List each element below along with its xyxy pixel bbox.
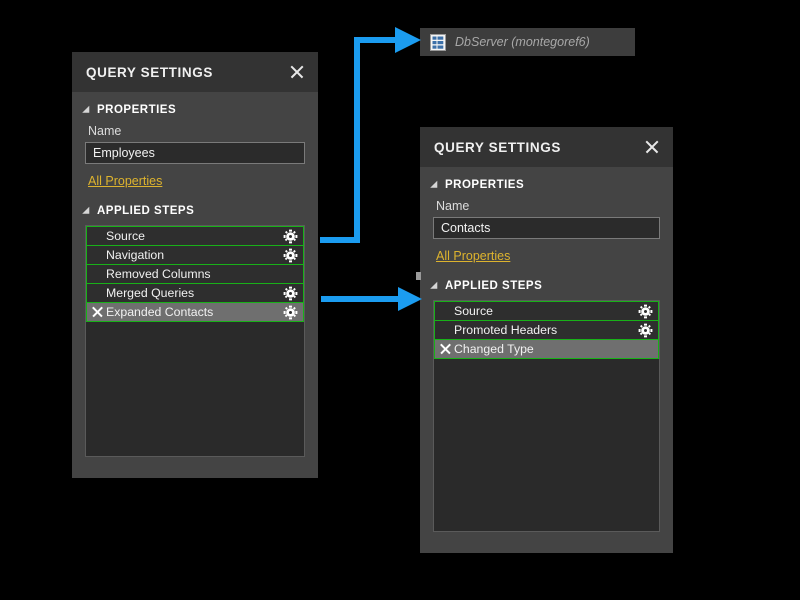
applied-step-row[interactable]: Expanded Contacts xyxy=(86,302,304,322)
applied-step-label: Navigation xyxy=(106,248,283,262)
gear-icon[interactable] xyxy=(638,323,653,338)
triangle-expanded-icon xyxy=(82,206,93,217)
query-name-input[interactable] xyxy=(85,142,305,164)
query-settings-panel-left: QUERY SETTINGS PROPERTIES Name All Prope… xyxy=(72,52,318,478)
query-name-input[interactable] xyxy=(433,217,660,239)
properties-section-label: PROPERTIES xyxy=(445,179,524,191)
applied-step-label: Changed Type xyxy=(454,342,638,356)
applied-step-label: Removed Columns xyxy=(106,267,283,281)
panel-body-left: PROPERTIES Name All Properties APPLIED S… xyxy=(72,92,318,457)
dbserver-tab[interactable]: DbServer (montegoref6) xyxy=(420,28,635,56)
properties-section-header-left[interactable]: PROPERTIES xyxy=(85,104,305,116)
applied-step-label: Expanded Contacts xyxy=(106,305,283,319)
gear-icon[interactable] xyxy=(283,305,298,320)
panel-header-right: QUERY SETTINGS xyxy=(420,127,673,167)
triangle-expanded-icon xyxy=(82,105,93,116)
close-icon[interactable] xyxy=(643,138,661,156)
delete-step-icon[interactable] xyxy=(90,304,106,320)
triangle-expanded-icon xyxy=(430,180,441,191)
page-title: QUERY SETTINGS xyxy=(434,140,561,155)
applied-step-row[interactable]: Source xyxy=(434,301,659,321)
dbserver-tab-label: DbServer (montegoref6) xyxy=(455,35,590,49)
applied-step-label: Source xyxy=(454,304,638,318)
gear-icon[interactable] xyxy=(283,229,298,244)
applied-steps-section-header-right[interactable]: APPLIED STEPS xyxy=(433,280,660,292)
applied-step-row[interactable]: Promoted Headers xyxy=(434,320,659,340)
panel-header-left: QUERY SETTINGS xyxy=(72,52,318,92)
applied-steps-section-header-left[interactable]: APPLIED STEPS xyxy=(85,205,305,217)
applied-step-label: Source xyxy=(106,229,283,243)
name-field-label: Name xyxy=(88,124,305,138)
applied-step-row[interactable]: Source xyxy=(86,226,304,246)
applied-steps-section-label: APPLIED STEPS xyxy=(445,280,542,292)
triangle-expanded-icon xyxy=(430,281,441,292)
applied-step-row[interactable]: Removed Columns xyxy=(86,264,304,284)
applied-step-label: Merged Queries xyxy=(106,286,283,300)
all-properties-link[interactable]: All Properties xyxy=(436,249,510,263)
applied-steps-section-label: APPLIED STEPS xyxy=(97,205,194,217)
gear-icon[interactable] xyxy=(638,304,653,319)
gear-icon[interactable] xyxy=(283,248,298,263)
applied-step-label: Promoted Headers xyxy=(454,323,638,337)
page-title: QUERY SETTINGS xyxy=(86,65,213,80)
database-table-icon xyxy=(430,34,446,51)
scroll-nub[interactable] xyxy=(416,272,421,280)
name-field-label: Name xyxy=(436,199,660,213)
gear-icon-placeholder xyxy=(638,342,653,357)
close-icon[interactable] xyxy=(288,63,306,81)
arrow-source-step-to-dbserver-tab xyxy=(320,27,421,240)
delete-step-icon[interactable] xyxy=(438,341,454,357)
gear-icon-placeholder xyxy=(283,267,298,282)
all-properties-link[interactable]: All Properties xyxy=(88,174,162,188)
query-settings-panel-right: QUERY SETTINGS PROPERTIES Name All Prope… xyxy=(420,127,673,553)
applied-steps-list-right: Source Promoted Headers Changed Type xyxy=(433,300,660,532)
arrow-merged-queries-to-contacts-query xyxy=(321,287,422,311)
panel-body-right: PROPERTIES Name All Properties APPLIED S… xyxy=(420,167,673,532)
properties-section-label: PROPERTIES xyxy=(97,104,176,116)
properties-section-header-right[interactable]: PROPERTIES xyxy=(433,179,660,191)
applied-step-row[interactable]: Navigation xyxy=(86,245,304,265)
applied-step-row[interactable]: Changed Type xyxy=(434,339,659,359)
applied-step-row[interactable]: Merged Queries xyxy=(86,283,304,303)
gear-icon[interactable] xyxy=(283,286,298,301)
applied-steps-list-left: Source Navigation Removed Columns Merged Qu… xyxy=(85,225,305,457)
